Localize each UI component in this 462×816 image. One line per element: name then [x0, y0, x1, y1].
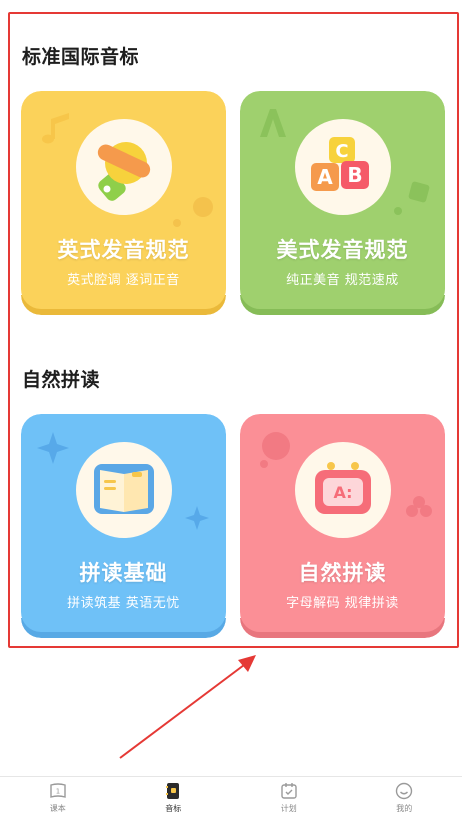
tab-textbook[interactable]: 1 课本 — [0, 777, 116, 816]
calendar-check-icon — [281, 783, 297, 799]
card-subtitle: 纯正美音 规范速成 — [286, 273, 399, 288]
card-subtitle: 字母解码 规律拼读 — [286, 596, 399, 611]
flower-deco-icon — [406, 496, 432, 517]
decor-dots-icon — [173, 197, 213, 227]
whistle-icon — [97, 142, 151, 201]
card-title: 英式发音规范 — [57, 238, 190, 262]
phonics-basics-card[interactable]: 拼读基础 拼读筑基 英语无忧 — [21, 414, 226, 638]
sparkle-small-icon — [185, 506, 209, 530]
svg-text:C: C — [335, 141, 348, 162]
tab-mine[interactable]: 我的 — [347, 777, 462, 816]
svg-text:B: B — [347, 163, 362, 187]
tab-label: 计划 — [280, 804, 297, 813]
svg-text:A:: A: — [333, 483, 352, 502]
tab-label: 我的 — [396, 804, 413, 813]
tab-label: 课本 — [49, 804, 66, 813]
tab-phonetic[interactable]: 音标 — [116, 777, 232, 816]
phonetic-book-icon — [166, 783, 180, 799]
american-pronunciation-card[interactable]: C A B 美式发音规范 纯正美音 规范速成 — [240, 91, 445, 315]
natural-phonics-card[interactable]: A: 自然拼读 字母解码 规律拼读 — [240, 414, 445, 638]
section-title-ipa: 标准国际音标 — [22, 46, 140, 68]
smiley-face-icon — [396, 782, 413, 800]
textbook-icon: 1 — [50, 783, 66, 798]
tv-robot-icon: A: — [315, 462, 371, 514]
sparkle-icon — [37, 432, 69, 464]
letter-block-deco-icon — [394, 181, 430, 215]
music-note-icon — [42, 113, 69, 144]
card-subtitle: 拼读筑基 英语无忧 — [67, 596, 180, 611]
letter-a-deco-icon — [260, 109, 286, 137]
open-book-icon — [94, 464, 154, 514]
bottom-tab-bar: 1 课本 音标 计划 我的 — [0, 776, 462, 816]
svg-text:A: A — [317, 165, 333, 189]
card-title: 美式发音规范 — [276, 238, 409, 262]
card-title: 自然拼读 — [298, 561, 387, 585]
svg-text:1: 1 — [56, 788, 60, 796]
tab-plan[interactable]: 计划 — [231, 777, 347, 816]
british-pronunciation-card[interactable]: 英式发音规范 英式腔调 逐词正音 — [21, 91, 226, 315]
tab-label: 音标 — [165, 804, 182, 813]
bubble-deco-icon — [260, 432, 290, 468]
card-subtitle: 英式腔调 逐词正音 — [67, 273, 180, 288]
section-title-phonics: 自然拼读 — [22, 369, 101, 391]
abc-blocks-icon: C A B — [311, 137, 369, 191]
card-title: 拼读基础 — [79, 561, 168, 585]
